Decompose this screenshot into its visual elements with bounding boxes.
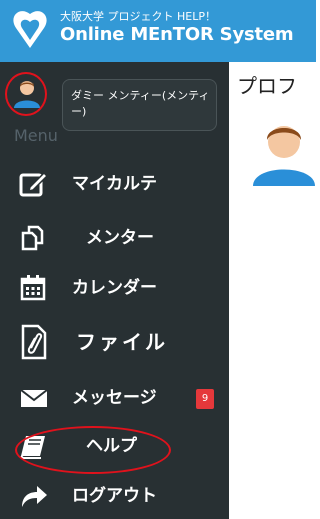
- app-header: 大阪大学 プロジェクト HELP！ Online MEnTOR System: [0, 0, 316, 62]
- unread-count-badge: 9: [196, 389, 214, 409]
- main-content: プロフ: [229, 62, 316, 519]
- profile-avatar: [249, 116, 316, 186]
- book-icon: [18, 431, 50, 461]
- brand-title[interactable]: Online MEnTOR System: [60, 24, 294, 46]
- envelope-icon: [18, 383, 50, 413]
- sidebar-item-label: ヘルプ: [86, 436, 137, 456]
- calendar-icon: [18, 273, 50, 303]
- sidebar-item-help[interactable]: ヘルプ: [0, 424, 229, 468]
- user-panel: ダミー メンティー(メンティー) Menu: [0, 62, 229, 158]
- avatar-icon: [14, 81, 40, 108]
- sidebar-item-label: マイカルテ: [72, 174, 157, 194]
- edit-square-icon: [18, 169, 50, 199]
- attachment-file-icon: [18, 324, 50, 360]
- sidebar-item-calendar[interactable]: カレンダー: [0, 266, 229, 310]
- sidebar-item-logout[interactable]: ログアウト: [0, 474, 229, 518]
- sidebar-item-label: ファイル: [76, 330, 168, 354]
- sidebar-item-label: メンター: [86, 228, 154, 248]
- user-name: ダミー メンティー(メンティー): [71, 89, 210, 118]
- sidebar-item-mentor[interactable]: メンター: [0, 216, 229, 260]
- menu-caption: Menu: [14, 126, 58, 145]
- sidebar-item-message[interactable]: メッセージ 9: [0, 376, 229, 420]
- sidebar-item-label: カレンダー: [72, 278, 157, 298]
- copy-icon: [18, 223, 50, 253]
- user-name-box[interactable]: ダミー メンティー(メンティー): [62, 79, 217, 131]
- brand-subtitle: 大阪大学 プロジェクト HELP！: [60, 10, 216, 23]
- sidebar-item-label: メッセージ: [72, 388, 157, 408]
- share-arrow-icon: [18, 481, 50, 511]
- help-logo-icon[interactable]: [10, 8, 50, 52]
- avatar-icon: [253, 126, 315, 186]
- user-avatar[interactable]: [12, 78, 42, 108]
- sidebar-item-file[interactable]: ファイル: [0, 318, 229, 368]
- sidebar-item-label: ログアウト: [72, 486, 157, 506]
- sidebar: ダミー メンティー(メンティー) Menu マイカルテ メンター カレンダー フ…: [0, 62, 229, 519]
- sidebar-item-my-chart[interactable]: マイカルテ: [0, 162, 229, 206]
- page-title: プロフ: [237, 74, 297, 98]
